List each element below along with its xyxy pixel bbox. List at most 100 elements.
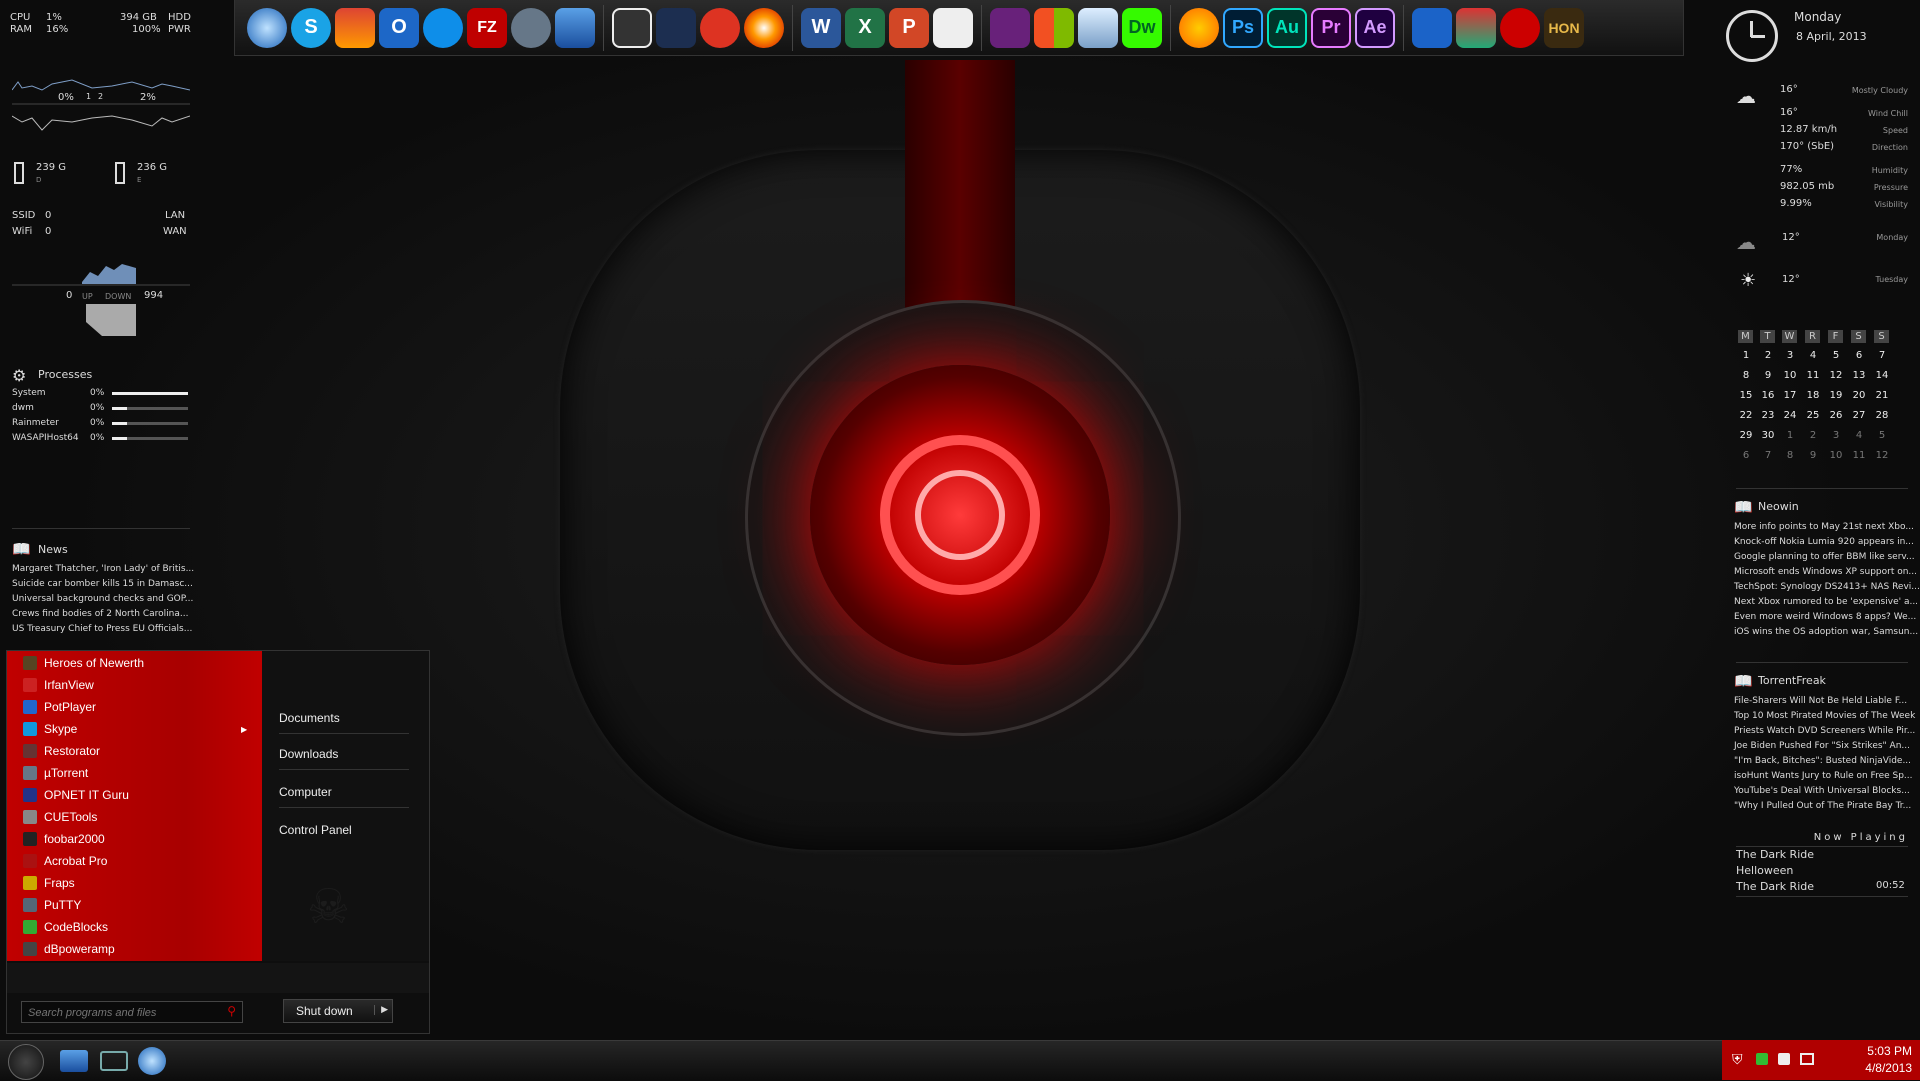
calendar-day[interactable]: 6: [1848, 350, 1870, 361]
search-box[interactable]: ⚲: [21, 1001, 243, 1023]
control-panel-link[interactable]: Control Panel: [279, 823, 352, 837]
calendar-day[interactable]: 10: [1825, 450, 1847, 461]
program-item[interactable]: CUETools: [23, 807, 97, 827]
skype-icon[interactable]: S: [291, 7, 331, 48]
program-item[interactable]: Skype ▶: [23, 719, 247, 739]
program-item[interactable]: µTorrent: [23, 763, 88, 783]
calendar-day[interactable]: 9: [1802, 450, 1824, 461]
utorrent-icon[interactable]: [511, 7, 551, 48]
program-item[interactable]: foobar2000: [23, 829, 105, 849]
audition-icon[interactable]: Au: [1267, 7, 1307, 48]
news-item[interactable]: Universal background checks and GOP...: [12, 594, 193, 609]
acrobat-icon[interactable]: [933, 7, 973, 48]
outlook-icon[interactable]: O: [379, 7, 419, 48]
search-input[interactable]: [26, 1004, 220, 1022]
neowin-item[interactable]: iOS wins the OS adoption war, Samsun...: [1734, 627, 1918, 642]
calendar-day[interactable]: 22: [1735, 410, 1757, 421]
calendar-day[interactable]: 12: [1871, 450, 1893, 461]
browser-icon[interactable]: [138, 1047, 166, 1075]
documents-link[interactable]: Documents: [279, 711, 340, 725]
winamp-bolt-icon[interactable]: [656, 7, 696, 48]
network-status-icon[interactable]: [1800, 1053, 1814, 1065]
foobar-icon[interactable]: [612, 7, 652, 48]
calendar-day[interactable]: 25: [1802, 410, 1824, 421]
neowin-item[interactable]: Even more weird Windows 8 apps? We...: [1734, 612, 1916, 627]
torrentfreak-item[interactable]: Top 10 Most Pirated Movies of The Week: [1734, 711, 1915, 726]
hon-icon[interactable]: HON: [1544, 7, 1584, 48]
program-item[interactable]: CodeBlocks: [23, 917, 108, 937]
news-item[interactable]: Suicide car bomber kills 15 in Damasc...: [12, 579, 193, 594]
shield-icon[interactable]: ⛨: [1732, 1052, 1743, 1068]
program-item[interactable]: Restorator: [23, 741, 100, 761]
program-item[interactable]: Acrobat Pro: [23, 851, 107, 871]
word-icon[interactable]: W: [801, 7, 841, 48]
calendar-day[interactable]: 1: [1735, 350, 1757, 361]
all-programs-bar[interactable]: [7, 963, 429, 993]
calendar-day[interactable]: 28: [1871, 410, 1893, 421]
calendar-day[interactable]: 15: [1735, 390, 1757, 401]
calendar-day[interactable]: 2: [1757, 350, 1779, 361]
clock-time[interactable]: 5:03 PM: [1832, 1044, 1912, 1058]
calendar-day[interactable]: 7: [1871, 350, 1893, 361]
neowin-item[interactable]: Microsoft ends Windows XP support on...: [1734, 567, 1917, 582]
shutdown-button[interactable]: Shut down ▶: [283, 999, 393, 1023]
premiere-icon[interactable]: Pr: [1311, 7, 1351, 48]
calendar-day[interactable]: 10: [1779, 370, 1801, 381]
calendar-day[interactable]: 12: [1825, 370, 1847, 381]
calendar-day[interactable]: 19: [1825, 390, 1847, 401]
calendar-day[interactable]: 9: [1757, 370, 1779, 381]
neowin-item[interactable]: Knock-off Nokia Lumia 920 appears in...: [1734, 537, 1914, 552]
calendar-day[interactable]: 6: [1735, 450, 1757, 461]
calendar-day[interactable]: 2: [1802, 430, 1824, 441]
neowin-item[interactable]: More info points to May 21st next Xbo...: [1734, 522, 1914, 537]
winamp-icon[interactable]: [335, 7, 375, 48]
program-item[interactable]: Fraps: [23, 873, 75, 893]
browser-icon[interactable]: [247, 7, 287, 48]
excel-icon[interactable]: X: [845, 7, 885, 48]
program-item[interactable]: IrfanView: [23, 675, 94, 695]
start-button[interactable]: [8, 1044, 44, 1080]
neowin-item[interactable]: Next Xbox rumored to be 'expensive' a...: [1734, 597, 1918, 612]
calendar-day[interactable]: 27: [1848, 410, 1870, 421]
visual-studio-icon[interactable]: [990, 7, 1030, 48]
network-icon[interactable]: [100, 1051, 128, 1071]
news-item[interactable]: Crews find bodies of 2 North Carolina...: [12, 609, 192, 624]
calendar-day[interactable]: 8: [1779, 450, 1801, 461]
torrentfreak-item[interactable]: "Why I Pulled Out of The Pirate Bay Tr..…: [1734, 801, 1911, 816]
calendar-day[interactable]: 4: [1802, 350, 1824, 361]
calendar-day[interactable]: 5: [1825, 350, 1847, 361]
calendar-day[interactable]: 29: [1735, 430, 1757, 441]
fl-studio-icon[interactable]: [1179, 7, 1219, 48]
program-item[interactable]: PuTTY: [23, 895, 81, 915]
clock-date[interactable]: 4/8/2013: [1832, 1061, 1912, 1075]
neowin-item[interactable]: TechSpot: Synology DS2413+ NAS Revi...: [1734, 582, 1920, 597]
torrentfreak-item[interactable]: "I'm Back, Bitches": Busted NinjaVide...: [1734, 756, 1911, 771]
flag-icon[interactable]: [1778, 1053, 1790, 1065]
program-item[interactable]: Heroes of Newerth: [23, 653, 144, 673]
calendar-day[interactable]: 11: [1848, 450, 1870, 461]
calendar-day[interactable]: 1: [1779, 430, 1801, 441]
shutdown-options-button[interactable]: ▶: [374, 1005, 388, 1015]
windows-icon[interactable]: [1034, 7, 1074, 48]
dreamweaver-icon[interactable]: Dw: [1122, 7, 1162, 48]
calendar-day[interactable]: 3: [1779, 350, 1801, 361]
photoshop-icon[interactable]: Ps: [1223, 7, 1263, 48]
teamviewer-icon[interactable]: [423, 7, 463, 48]
calendar-day[interactable]: 4: [1848, 430, 1870, 441]
calendar-day[interactable]: 13: [1848, 370, 1870, 381]
calendar-day[interactable]: 30: [1757, 430, 1779, 441]
explorer-icon[interactable]: [60, 1050, 88, 1072]
news-item[interactable]: US Treasury Chief to Press EU Officials.…: [12, 624, 192, 639]
search-icon[interactable]: ⚲: [227, 1004, 236, 1018]
calendar-day[interactable]: 24: [1779, 410, 1801, 421]
calendar-day[interactable]: 23: [1757, 410, 1779, 421]
powerpoint-icon[interactable]: P: [889, 7, 929, 48]
calendar-day[interactable]: 18: [1802, 390, 1824, 401]
flash-icon[interactable]: [700, 7, 740, 48]
torrentfreak-item[interactable]: YouTube's Deal With Universal Blocks...: [1734, 786, 1910, 801]
downloads-link[interactable]: Downloads: [279, 747, 338, 761]
calendar-day[interactable]: 7: [1757, 450, 1779, 461]
calculator-icon[interactable]: [1412, 7, 1452, 48]
neowin-item[interactable]: Google planning to offer BBM like serv..…: [1734, 552, 1915, 567]
calendar-day[interactable]: 17: [1779, 390, 1801, 401]
